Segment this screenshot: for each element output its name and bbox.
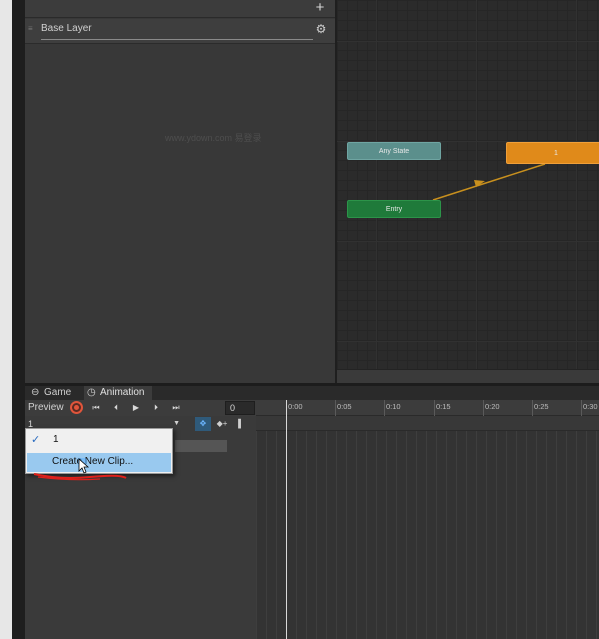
record-button[interactable] (70, 401, 83, 414)
ruler-tick (384, 400, 385, 416)
tab-game-label: Game (44, 387, 72, 398)
ruler-label: 0:20 (485, 402, 500, 411)
base-layer-label: Base Layer (41, 23, 92, 34)
playhead[interactable] (286, 400, 287, 639)
prev-key-button[interactable]: ⏴ (107, 401, 125, 415)
ruler-label: 0:00 (288, 402, 303, 411)
ruler-label: 0:05 (337, 402, 352, 411)
animator-graph[interactable]: Any State Entry 1 (337, 0, 599, 383)
drag-handle-icon[interactable]: ≡ (28, 24, 33, 33)
layer-weight-slider[interactable] (41, 39, 313, 40)
dropdown-option-1[interactable]: ✓ 1 (27, 430, 171, 450)
ruler-tick (434, 400, 435, 416)
left-border (0, 0, 12, 639)
layers-header: + (25, 0, 335, 18)
last-key-button[interactable]: ⏭ (167, 401, 185, 415)
graph-scrollbar[interactable] (337, 369, 599, 383)
ruler-tick (532, 400, 533, 416)
dropdown-option-label: 1 (53, 434, 59, 445)
first-key-button[interactable]: ⏮ (87, 401, 105, 415)
ruler-tick (335, 400, 336, 416)
window-edge (12, 0, 25, 639)
base-layer-row[interactable]: ≡ Base Layer ⚙ (25, 19, 335, 44)
dopesheet[interactable] (256, 431, 599, 639)
create-new-clip-label: Create New Clip... (52, 456, 134, 467)
ruler-tick (581, 400, 582, 416)
property-placeholder-bar (175, 440, 227, 452)
state-node-entry[interactable]: Entry (347, 200, 441, 218)
gamepad-icon: ⊖ (31, 387, 40, 398)
state-node-any-state[interactable]: Any State (347, 142, 441, 160)
time-ruler[interactable]: 0:00 0:05 0:10 0:15 0:20 0:25 0:30 (256, 400, 599, 416)
watermark-text: www.ydown.com 易登录 (165, 133, 262, 143)
state-node-1[interactable]: 1 (506, 142, 599, 164)
add-layer-button[interactable]: + (313, 0, 327, 15)
ruler-tick (483, 400, 484, 416)
ruler-label: 0:25 (534, 402, 549, 411)
animation-window: ⊖ Game ◷ Animation Preview ⏮ ⏴ ▶ ⏵ ⏭ 0 1… (25, 386, 599, 639)
record-icon (74, 405, 79, 410)
preview-button[interactable]: Preview (28, 401, 64, 415)
clock-icon: ◷ (87, 387, 96, 398)
check-icon: ✓ (31, 434, 41, 446)
red-annotation-underline (33, 473, 127, 481)
event-row[interactable] (256, 416, 599, 431)
tab-animation-label: Animation (100, 387, 145, 398)
frame-input[interactable]: 0 (225, 401, 255, 415)
filter-icon[interactable]: ✥ (195, 417, 211, 431)
add-event-button[interactable]: ▌ (233, 417, 249, 431)
next-key-button[interactable]: ⏵ (147, 401, 165, 415)
ruler-label: 0:30 (583, 402, 598, 411)
layers-panel: + ≡ Base Layer ⚙ www.ydown.com 易登录 (25, 0, 335, 383)
gear-icon[interactable]: ⚙ (315, 23, 327, 35)
play-button[interactable]: ▶ (127, 401, 145, 415)
tab-bar: ⊖ Game ◷ Animation (25, 386, 599, 400)
add-keyframe-button[interactable]: ◆+ (214, 417, 230, 431)
tab-game[interactable]: ⊖ Game (28, 386, 84, 400)
transition-arrow (432, 163, 546, 201)
keyframe-tools: ✥ ◆+ ▌ (195, 417, 255, 431)
ruler-label: 0:15 (436, 402, 451, 411)
ruler-label: 0:10 (386, 402, 401, 411)
tab-animation[interactable]: ◷ Animation (84, 386, 152, 400)
timeline[interactable]: 0:00 0:05 0:10 0:15 0:20 0:25 0:30 (256, 400, 599, 639)
chevron-down-icon: ▼ (173, 420, 180, 427)
